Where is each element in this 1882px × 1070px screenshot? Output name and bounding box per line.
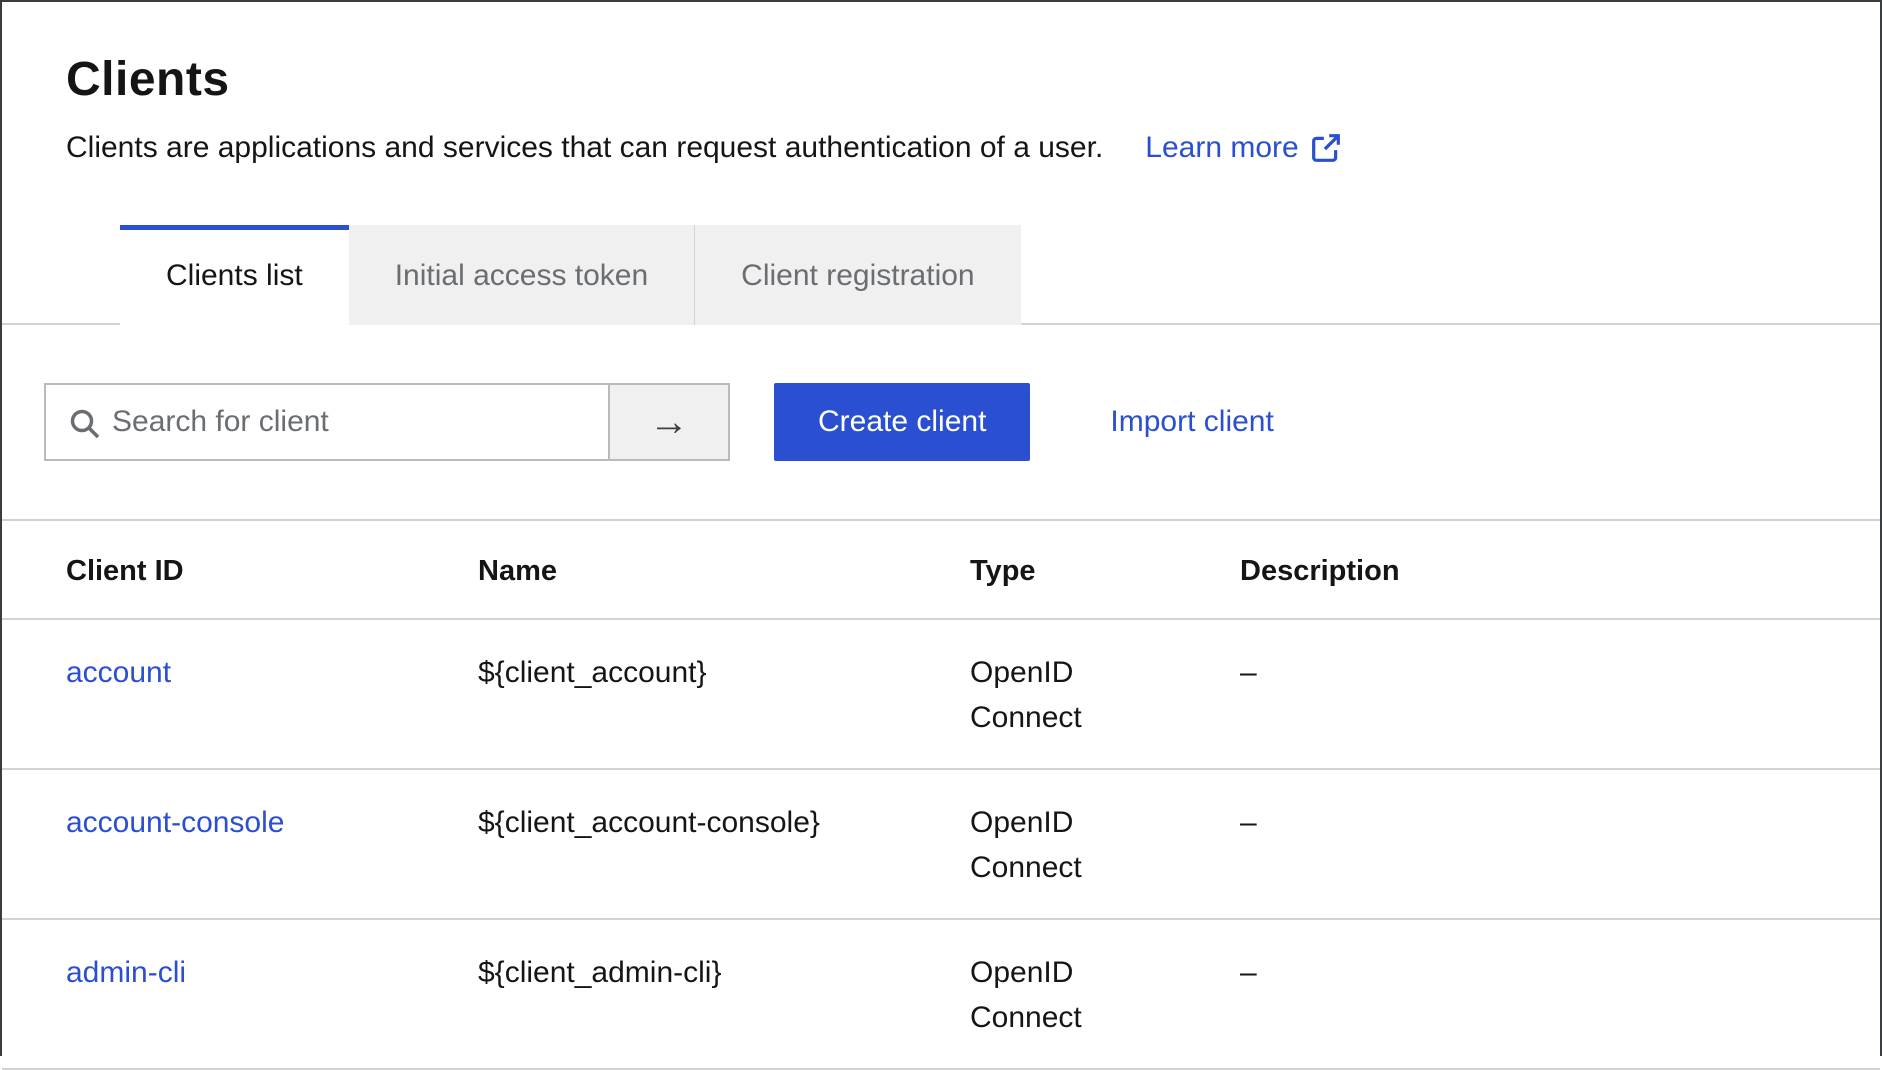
search-submit-button[interactable]: → [610,383,730,461]
tab-label: Initial access token [395,259,648,292]
client-type: OpenID Connect [970,769,1240,919]
toolbar: → Create client Import client [2,383,1880,461]
column-header-description: Description [1240,520,1880,619]
table-header-row: Client ID Name Type Description [2,520,1880,619]
client-name: ${client_account-console} [478,769,970,919]
search-input[interactable] [46,385,608,459]
table-row: admin-cli ${client_admin-cli} OpenID Con… [2,919,1880,1069]
clients-table: Client ID Name Type Description account … [2,519,1880,1070]
client-id-link[interactable]: account-console [66,806,284,839]
column-header-type: Type [970,520,1240,619]
client-name: ${client_account} [478,619,970,769]
tab-label: Client registration [741,259,974,292]
client-id-link[interactable]: admin-cli [66,956,186,989]
page-description: Clients are applications and services th… [66,131,1103,165]
clients-page: Clients Clients are applications and ser… [2,2,1880,1070]
import-client-link[interactable]: Import client [1110,405,1273,439]
page-header: Clients Clients are applications and ser… [2,2,1880,165]
client-description: – [1240,619,1880,769]
column-header-name: Name [478,520,970,619]
tab-initial-access-token[interactable]: Initial access token [349,225,694,325]
table-row: account ${client_account} OpenID Connect… [2,619,1880,769]
page-description-row: Clients are applications and services th… [66,131,1816,165]
page-title: Clients [66,52,1816,107]
search-group: → [44,383,730,461]
search-input-wrap [44,383,610,461]
tab-client-registration[interactable]: Client registration [694,225,1020,325]
client-type: OpenID Connect [970,619,1240,769]
client-description: – [1240,919,1880,1069]
search-icon [68,407,102,441]
table-row: account-console ${client_account-console… [2,769,1880,919]
client-description: – [1240,769,1880,919]
external-link-icon [1311,133,1341,163]
client-type: OpenID Connect [970,919,1240,1069]
tab-clients-list[interactable]: Clients list [120,225,349,325]
client-name: ${client_admin-cli} [478,919,970,1069]
create-client-button[interactable]: Create client [774,383,1030,461]
arrow-right-icon: → [649,400,689,444]
tab-label: Clients list [166,259,303,292]
column-header-client-id: Client ID [2,520,478,619]
tabs: Clients list Initial access token Client… [2,225,1880,325]
learn-more-link[interactable]: Learn more [1145,131,1340,165]
learn-more-label: Learn more [1145,131,1298,165]
client-id-link[interactable]: account [66,656,171,689]
